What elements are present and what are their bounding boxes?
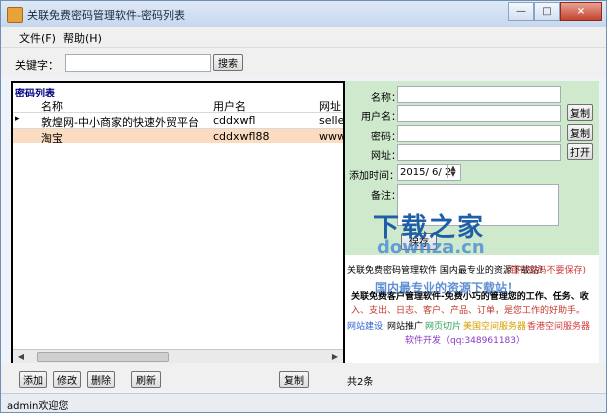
watermark-domain: downza.cn <box>377 237 485 258</box>
keyword-input[interactable] <box>65 54 211 72</box>
search-toolbar: 关键字： 搜索 <box>1 48 606 78</box>
link-dev[interactable]: 软件开发（qq:348961183） <box>405 333 525 346</box>
record-count: 共2条 <box>347 377 374 388</box>
scroll-left-icon[interactable]: ◀ <box>15 351 27 362</box>
ad-line-3: 入、支出、日志、客户、产品、订单，是您工作的好助手。 <box>351 306 586 316</box>
link-slice[interactable]: 网页切片 <box>425 319 461 332</box>
copy-password-button[interactable]: 复制 <box>567 124 593 141</box>
username-field[interactable] <box>397 105 561 122</box>
row-user: cddxwfl88 <box>213 130 270 143</box>
keyword-label: 关键字： <box>15 59 59 72</box>
status-text: admin欢迎您 <box>7 401 69 412</box>
status-bar: admin欢迎您 <box>1 393 606 412</box>
action-bar: 添加 修改 删除 刷新 复制 共2条 <box>1 363 606 391</box>
link-site-build[interactable]: 网站建设 <box>347 319 383 332</box>
link-us-server[interactable]: 美国空间服务器 <box>463 319 526 332</box>
delete-button[interactable]: 删除 <box>87 371 115 388</box>
maximize-button[interactable]: □ <box>534 2 560 21</box>
table-row[interactable]: ▸ 敦煌网-中小商家的快速外贸平台 cddxwfl seller.c <box>13 113 345 129</box>
title-bar[interactable]: 关联免费密码管理软件-密码列表 — □ × <box>1 1 606 27</box>
password-field[interactable] <box>397 125 561 142</box>
minimize-button[interactable]: — <box>508 2 534 21</box>
menu-file[interactable]: 文件(F) <box>19 30 56 46</box>
window-controls: — □ × <box>508 2 602 21</box>
link-hk-server[interactable]: 香港空间服务器 <box>527 319 590 332</box>
window-title: 关联免费密码管理软件-密码列表 <box>27 9 185 22</box>
menu-bar: 文件(F) 帮助(H) <box>1 27 606 48</box>
url-field[interactable] <box>397 144 561 161</box>
scroll-thumb[interactable] <box>37 352 169 362</box>
row-indicator-icon: ▸ <box>15 114 20 124</box>
password-list-panel: 密码列表 名称 用户名 网址 ▸ 敦煌网-中小商家的快速外贸平台 cddxwfl… <box>11 81 345 365</box>
date-label: 添加时间： <box>349 171 399 182</box>
name-field[interactable] <box>397 86 561 103</box>
date-spinner-icon[interactable]: ▲ ▼ <box>447 165 458 178</box>
add-button[interactable]: 添加 <box>19 371 47 388</box>
horizontal-scrollbar[interactable]: ◀ ▶ <box>13 349 343 363</box>
watermark-slogan: 国内最专业的资源下载站！ <box>375 281 520 295</box>
link-promo[interactable]: 网站推广 <box>387 319 423 332</box>
app-icon <box>7 7 23 23</box>
grid-header: 名称 用户名 网址 <box>13 97 343 113</box>
row-url: www.t <box>319 130 345 143</box>
app-window: 关联免费密码管理软件-密码列表 — □ × 文件(F) 帮助(H) 关键字： 搜… <box>0 0 607 413</box>
row-user: cddxwfl <box>213 114 256 127</box>
search-button[interactable]: 搜索 <box>213 54 243 71</box>
copy-button[interactable]: 复制 <box>279 371 309 388</box>
refresh-button[interactable]: 刷新 <box>131 371 161 388</box>
table-row[interactable]: 淘宝 cddxwfl88 www.t <box>13 129 345 145</box>
row-url: seller.c <box>319 114 345 127</box>
username-label: 用户名： <box>361 112 401 123</box>
grid-empty-area <box>13 143 343 349</box>
edit-button[interactable]: 修改 <box>53 371 81 388</box>
scroll-right-icon[interactable]: ▶ <box>329 351 341 362</box>
ad-panel: 关联免费密码管理软件 国内最专业的资源下载站！ (银行密码不要保存) 关联免费客… <box>345 255 599 369</box>
ad-warning: (银行密码不要保存) <box>507 266 587 276</box>
open-url-button[interactable]: 打开 <box>567 143 593 160</box>
close-button[interactable]: × <box>560 2 602 21</box>
copy-username-button[interactable]: 复制 <box>567 104 593 121</box>
menu-help[interactable]: 帮助(H) <box>63 30 102 46</box>
